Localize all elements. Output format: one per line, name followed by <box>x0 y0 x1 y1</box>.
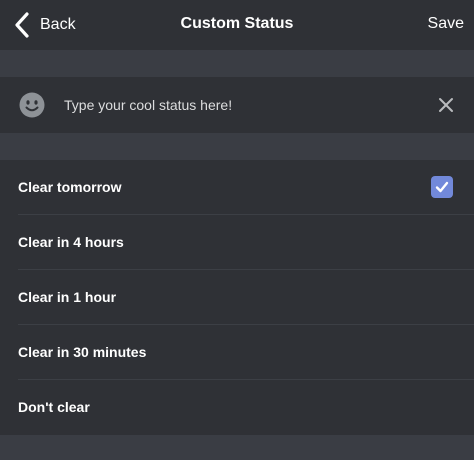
clear-after-options-list: Clear tomorrow Clear in 4 hours Clear in… <box>0 160 474 435</box>
option-label: Clear tomorrow <box>18 179 122 195</box>
section-spacer <box>0 50 474 77</box>
section-spacer <box>0 133 474 160</box>
option-label: Clear in 4 hours <box>18 234 124 250</box>
close-icon[interactable] <box>438 97 454 113</box>
status-input-row <box>0 77 474 133</box>
section-spacer <box>0 435 474 460</box>
smiley-face-icon[interactable] <box>19 92 45 118</box>
option-clear-in-30-minutes[interactable]: Clear in 30 minutes <box>0 325 474 380</box>
option-clear-in-1-hour[interactable]: Clear in 1 hour <box>0 270 474 325</box>
page-title: Custom Status <box>180 15 294 32</box>
top-nav-bar: Back Custom Status Save <box>0 0 474 50</box>
checkmark-icon <box>431 176 453 198</box>
option-dont-clear[interactable]: Don't clear <box>0 380 474 435</box>
save-button[interactable]: Save <box>428 15 464 33</box>
option-label: Don't clear <box>18 399 90 415</box>
status-text-input[interactable] <box>64 94 414 116</box>
option-clear-in-4-hours[interactable]: Clear in 4 hours <box>0 215 474 270</box>
option-label: Clear in 1 hour <box>18 289 117 305</box>
option-clear-tomorrow[interactable]: Clear tomorrow <box>0 160 474 215</box>
option-label: Clear in 30 minutes <box>18 344 147 360</box>
